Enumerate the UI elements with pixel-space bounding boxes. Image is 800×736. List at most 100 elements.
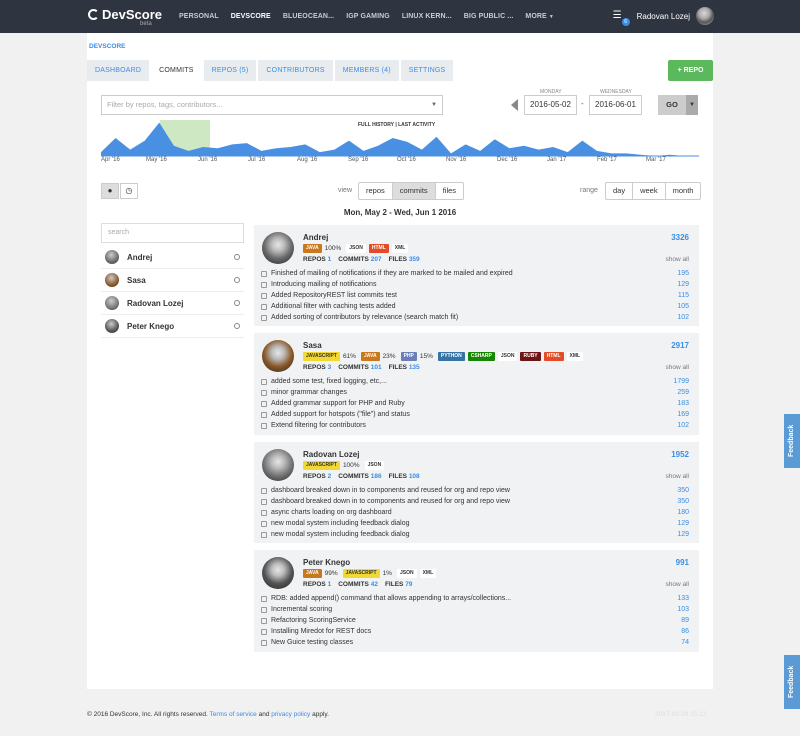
commit-row[interactable]: Extend filtering for contributors 102 xyxy=(261,420,689,431)
contributor-list-item[interactable]: Andrej xyxy=(101,246,244,269)
privacy-link[interactable]: privacy policy xyxy=(271,711,310,718)
time-view-button[interactable]: ◷ xyxy=(120,183,138,199)
commit-row[interactable]: dashboard breaked down in to components … xyxy=(261,485,689,496)
contributor-name[interactable]: Andrej xyxy=(303,233,328,242)
commit-score[interactable]: 350 xyxy=(677,487,689,494)
commit-score[interactable]: 129 xyxy=(677,531,689,538)
files-count[interactable]: 79 xyxy=(405,581,412,588)
repos-count[interactable]: 3 xyxy=(328,364,332,371)
files-count[interactable]: 108 xyxy=(409,473,420,480)
commit-score[interactable]: 180 xyxy=(677,509,689,516)
nav-item-1[interactable]: DEVSCORE xyxy=(231,13,271,20)
commit-row[interactable]: new modal system including feedback dial… xyxy=(261,518,689,529)
commit-score[interactable]: 133 xyxy=(677,595,689,602)
files-count[interactable]: 135 xyxy=(409,364,420,371)
search-input[interactable]: search xyxy=(101,223,244,243)
repos-count[interactable]: 1 xyxy=(328,256,332,263)
commit-row[interactable]: Refactoring ScoringService 89 xyxy=(261,615,689,626)
commit-row[interactable]: Added support for hotspots ("file") and … xyxy=(261,409,689,420)
commit-score[interactable]: 105 xyxy=(677,303,689,310)
nav-item-0[interactable]: PERSONAL xyxy=(179,13,219,20)
date-to-input[interactable]: 2016-06-01 xyxy=(589,95,642,115)
commit-row[interactable]: Added RepositoryREST list commits test 11… xyxy=(261,290,689,301)
user-avatar[interactable] xyxy=(696,7,714,25)
commit-row[interactable]: Added sorting of contributors by relevan… xyxy=(261,312,689,323)
go-button[interactable]: GO xyxy=(658,95,686,115)
contributor-list-item[interactable]: Peter Knego xyxy=(101,315,244,338)
commit-score[interactable]: 129 xyxy=(677,281,689,288)
feedback-tab[interactable]: Feedback xyxy=(784,414,800,468)
view-option-repos[interactable]: repos xyxy=(359,183,393,199)
commit-row[interactable]: new modal system including feedback dial… xyxy=(261,529,689,540)
commit-score[interactable]: 102 xyxy=(677,314,689,321)
logo[interactable]: DevScore beta xyxy=(88,7,162,27)
commits-count[interactable]: 186 xyxy=(371,473,382,480)
tab-1[interactable]: COMMITS xyxy=(151,60,202,81)
commit-score[interactable]: 350 xyxy=(677,498,689,505)
show-all-link[interactable]: show all xyxy=(666,256,689,263)
commit-row[interactable]: Finished of mailing of notifications if … xyxy=(261,268,689,279)
show-all-link[interactable]: show all xyxy=(666,473,689,480)
tab-0[interactable]: DASHBOARD xyxy=(87,60,150,81)
tab-4[interactable]: MEMBERS (4) xyxy=(334,60,399,81)
filter-input[interactable]: Filter by repos, tags, contributors... ▼ xyxy=(101,95,443,115)
contributor-total-score[interactable]: 991 xyxy=(676,558,689,567)
commit-score[interactable]: 102 xyxy=(677,422,689,429)
tab-2[interactable]: REPOS (5) xyxy=(203,60,257,81)
breadcrumb[interactable]: DEVSCORE xyxy=(89,43,125,50)
commit-row[interactable]: Additional filter with caching tests add… xyxy=(261,301,689,312)
commit-row[interactable]: RDB: added append() command that allows … xyxy=(261,593,689,604)
commit-score[interactable]: 115 xyxy=(678,292,689,299)
contributor-status-dot[interactable] xyxy=(234,277,240,283)
contributor-total-score[interactable]: 3326 xyxy=(671,233,689,242)
repos-count[interactable]: 1 xyxy=(328,581,332,588)
commit-score[interactable]: 1799 xyxy=(673,378,689,385)
repos-count[interactable]: 2 xyxy=(328,473,332,480)
commit-row[interactable]: Introducing mailing of notifications 129 xyxy=(261,279,689,290)
commit-score[interactable]: 129 xyxy=(677,520,689,527)
nav-item-3[interactable]: IGP GAMING xyxy=(346,13,390,20)
previous-period-arrow-icon[interactable] xyxy=(511,99,518,111)
commit-row[interactable]: Incremental scoring 103 xyxy=(261,604,689,615)
person-view-button[interactable]: ● xyxy=(101,183,119,199)
notifications-button[interactable]: ☰ 6 xyxy=(613,10,630,26)
commit-score[interactable]: 89 xyxy=(681,617,689,624)
files-count[interactable]: 359 xyxy=(409,256,420,263)
range-option-month[interactable]: month xyxy=(666,183,701,199)
nav-item-5[interactable]: BIG PUBLIC ... xyxy=(464,13,514,20)
contributor-status-dot[interactable] xyxy=(234,300,240,306)
commit-row[interactable]: New Guice testing classes 74 xyxy=(261,637,689,648)
commits-count[interactable]: 207 xyxy=(371,256,382,263)
commits-count[interactable]: 42 xyxy=(371,581,378,588)
show-all-link[interactable]: show all xyxy=(666,364,689,371)
commit-score[interactable]: 86 xyxy=(681,628,689,635)
commit-row[interactable]: minor grammar changes 259 xyxy=(261,387,689,398)
contributor-total-score[interactable]: 1952 xyxy=(671,450,689,459)
commit-row[interactable]: Added grammar support for PHP and Ruby 18… xyxy=(261,398,689,409)
go-dropdown-toggle[interactable]: ▼ xyxy=(686,95,698,115)
commit-row[interactable]: async charts loading on org dashboard 180 xyxy=(261,507,689,518)
nav-item-6[interactable]: MORE xyxy=(525,13,546,20)
commit-score[interactable]: 169 xyxy=(677,411,689,418)
add-repo-button[interactable]: + REPO xyxy=(668,60,713,81)
nav-item-4[interactable]: LINUX KERN... xyxy=(402,13,452,20)
contributor-total-score[interactable]: 2917 xyxy=(671,341,689,350)
commit-score[interactable]: 74 xyxy=(681,639,689,646)
contributor-status-dot[interactable] xyxy=(234,254,240,260)
terms-link[interactable]: Terms of service xyxy=(209,711,256,718)
range-option-week[interactable]: week xyxy=(633,183,666,199)
commits-count[interactable]: 101 xyxy=(371,364,382,371)
date-from-input[interactable]: 2016-05-02 xyxy=(524,95,577,115)
commit-score[interactable]: 259 xyxy=(677,389,689,396)
range-option-day[interactable]: day xyxy=(606,183,634,199)
show-all-link[interactable]: show all xyxy=(666,581,689,588)
view-option-commits[interactable]: commits xyxy=(392,183,436,199)
tab-3[interactable]: CONTRIBUTORS xyxy=(258,60,333,81)
feedback-tab-2[interactable]: Feedback xyxy=(784,655,800,709)
contributor-name[interactable]: Peter Knego xyxy=(303,558,350,567)
commit-score[interactable]: 183 xyxy=(677,400,689,407)
nav-item-2[interactable]: BLUEOCEAN... xyxy=(283,13,334,20)
commit-row[interactable]: Installing Miredot for REST docs 86 xyxy=(261,626,689,637)
commit-row[interactable]: added some test, fixed logging, etc,... 1… xyxy=(261,376,689,387)
contributor-name[interactable]: Radovan Lozej xyxy=(303,450,359,459)
